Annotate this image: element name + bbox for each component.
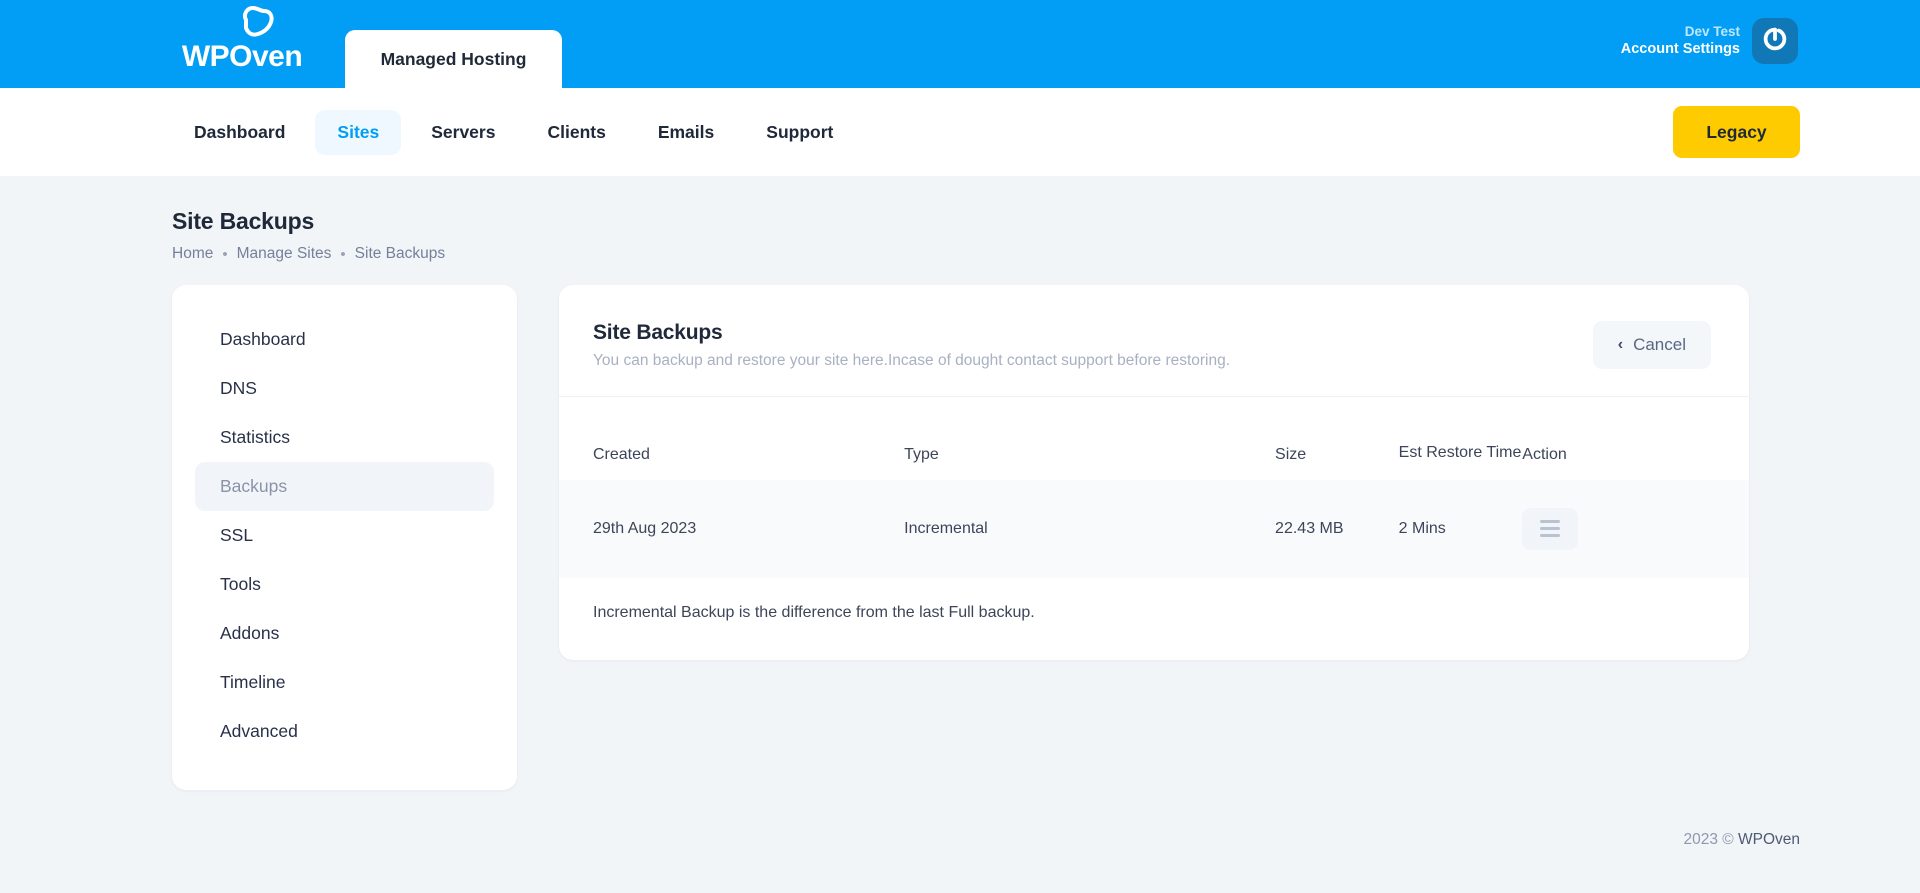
breadcrumb: Home • Manage Sites • Site Backups	[172, 245, 1920, 263]
column-header-type: Type	[904, 445, 939, 463]
table-row[interactable]: 29th Aug 2023 Incremental 22.43 MB 2 Min…	[559, 479, 1749, 578]
breadcrumb-item-site-backups[interactable]: Site Backups	[355, 245, 445, 263]
sidebar-item-ssl[interactable]: SSL	[195, 511, 494, 560]
page-title: Site Backups	[172, 208, 315, 234]
cell-type: Incremental	[904, 479, 1276, 578]
cancel-button[interactable]: ‹ Cancel	[1592, 321, 1711, 369]
account-settings-link[interactable]: Account Settings	[1621, 40, 1740, 58]
oven-loaf-icon	[234, 6, 276, 40]
breadcrumb-separator: •	[340, 245, 346, 263]
column-header-est-restore-time: Est Restore Time	[1398, 444, 1522, 461]
sidebar-item-backups[interactable]: Backups	[195, 462, 494, 511]
cell-created: 29th Aug 2023	[559, 479, 905, 578]
table-head: Created Type Size Est Restore Time Actio…	[559, 397, 1749, 480]
brand-logo[interactable]: WPOven	[172, 6, 312, 78]
nav-item-sites[interactable]: Sites	[315, 109, 402, 155]
nav-item-servers[interactable]: Servers	[409, 110, 517, 155]
cell-est-restore-time: 2 Mins	[1398, 479, 1523, 578]
nav-item-clients[interactable]: Clients	[525, 110, 627, 155]
cell-spacer	[1645, 479, 1749, 578]
table-body: 29th Aug 2023 Incremental 22.43 MB 2 Min…	[559, 479, 1749, 578]
nav-item-support[interactable]: Support	[744, 110, 855, 155]
sidebar-item-timeline[interactable]: Timeline	[195, 658, 494, 707]
avatar[interactable]	[1752, 18, 1798, 64]
column-header-created: Created	[593, 445, 650, 463]
page-footer: 2023 © WPOven	[1683, 831, 1800, 849]
account-labels: Dev Test Account Settings	[1621, 24, 1740, 59]
legacy-button[interactable]: Legacy	[1673, 106, 1800, 158]
nav-items: Dashboard Sites Servers Clients Emails S…	[172, 109, 855, 155]
cell-size: 22.43 MB	[1275, 479, 1399, 578]
site-sidebar: Dashboard DNS Statistics Backups SSL Too…	[172, 285, 517, 790]
nav-item-emails[interactable]: Emails	[636, 110, 736, 155]
nav-item-dashboard[interactable]: Dashboard	[172, 110, 307, 155]
footer-brand: WPOven	[1737, 831, 1800, 848]
table-header-row: Created Type Size Est Restore Time Actio…	[559, 397, 1749, 480]
account-block[interactable]: Dev Test Account Settings	[1621, 18, 1798, 64]
footer-copyright: 2023 ©	[1683, 831, 1734, 848]
brand-name: WPOven	[181, 40, 303, 73]
hamburger-menu-icon	[1540, 527, 1561, 531]
power-button-icon	[1760, 24, 1790, 59]
breadcrumb-item-manage-sites[interactable]: Manage Sites	[237, 245, 332, 263]
account-name: Dev Test	[1684, 23, 1740, 39]
main-navbar: Dashboard Sites Servers Clients Emails S…	[0, 88, 1920, 176]
hamburger-menu-icon	[1540, 520, 1561, 524]
card-header-text: Site Backups You can backup and restore …	[593, 321, 1230, 370]
backup-note: Incremental Backup is the difference fro…	[593, 603, 1035, 621]
breadcrumb-item-home[interactable]: Home	[172, 245, 213, 263]
cancel-button-label: Cancel	[1633, 335, 1686, 354]
backups-table: Created Type Size Est Restore Time Actio…	[559, 397, 1749, 578]
sidebar-item-advanced[interactable]: Advanced	[195, 707, 494, 756]
row-action-button[interactable]	[1522, 507, 1579, 550]
card-header: Site Backups You can backup and restore …	[559, 285, 1749, 397]
sidebar-item-tools[interactable]: Tools	[195, 560, 494, 609]
card-subtitle: You can backup and restore your site her…	[593, 352, 1231, 369]
column-header-spacer	[1646, 397, 1749, 480]
top-bar: WPOven Managed Hosting Dev Test Account …	[0, 0, 1920, 88]
content-area: Dashboard DNS Statistics Backups SSL Too…	[0, 285, 1920, 790]
tab-managed-hosting-label: Managed Hosting	[380, 48, 527, 69]
breadcrumb-separator: •	[222, 245, 228, 263]
column-header-action: Action	[1522, 445, 1567, 463]
tab-managed-hosting[interactable]: Managed Hosting	[345, 30, 562, 88]
sidebar-item-dashboard[interactable]: Dashboard	[195, 315, 494, 364]
column-header-size: Size	[1275, 445, 1307, 463]
card-title: Site Backups	[593, 321, 723, 344]
chevron-left-icon: ‹	[1617, 336, 1624, 353]
sidebar-item-dns[interactable]: DNS	[195, 364, 494, 413]
hamburger-menu-icon	[1540, 534, 1561, 538]
site-backups-card: Site Backups You can backup and restore …	[559, 285, 1749, 660]
page-header: Site Backups Home • Manage Sites • Site …	[0, 176, 1920, 263]
sidebar-item-addons[interactable]: Addons	[195, 609, 494, 658]
sidebar-item-statistics[interactable]: Statistics	[195, 413, 494, 462]
cell-action	[1522, 479, 1646, 578]
